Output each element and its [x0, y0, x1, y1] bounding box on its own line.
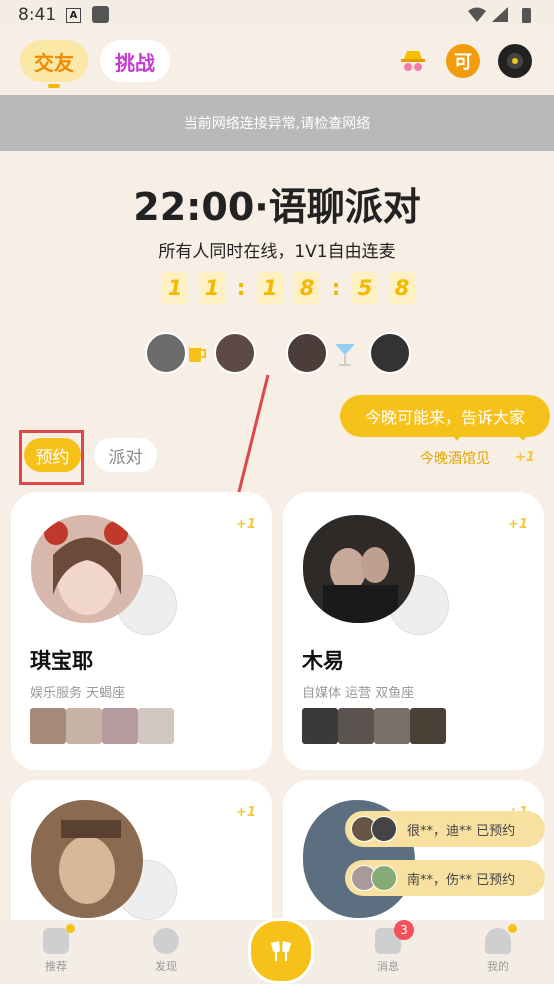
- user-avatar[interactable]: [31, 515, 143, 623]
- photo-thumb[interactable]: [338, 708, 374, 744]
- photo-thumb[interactable]: [374, 708, 410, 744]
- countdown-digit: 8: [389, 272, 415, 304]
- battery-icon: [522, 8, 531, 23]
- countdown-digit: 1: [162, 272, 188, 304]
- message-count-badge: 3: [394, 920, 414, 940]
- avatar: [145, 332, 187, 374]
- party-title: 22:00·语聊派对: [133, 185, 421, 229]
- tonight-prompt-bubble[interactable]: 今晚可能来，告诉大家: [340, 395, 550, 437]
- user-tags: 自媒体 运营 双鱼座: [302, 686, 415, 701]
- plus-one-badge[interactable]: +1: [508, 517, 528, 532]
- app-notification-icon: [92, 6, 109, 23]
- nav-label: 消息: [377, 960, 399, 973]
- highlight-box: [19, 430, 84, 485]
- tab-challenge[interactable]: 挑战: [100, 40, 170, 82]
- person-icon: [485, 924, 517, 954]
- photo-thumb[interactable]: [66, 708, 102, 744]
- photo-strip[interactable]: [30, 708, 174, 744]
- photo-thumb[interactable]: [138, 708, 174, 744]
- reservation-notice: 南**，伤** 已预约: [345, 860, 545, 896]
- user-tags: 娱乐服务 天蝎座: [30, 686, 126, 701]
- bubble-tail: [450, 432, 464, 441]
- signal-icon: [492, 7, 508, 22]
- plus-one-badge[interactable]: +1: [236, 805, 256, 820]
- mini-avatar: [371, 816, 397, 842]
- planet-icon: [153, 928, 179, 954]
- countdown-digit: 8: [294, 272, 320, 304]
- a-notification-icon: A: [66, 8, 81, 23]
- plus-one-badge[interactable]: +1: [515, 450, 535, 465]
- nav-discover[interactable]: 发现: [136, 928, 196, 974]
- photo-thumb[interactable]: [30, 708, 66, 744]
- party-subtitle: 所有人同时在线，1V1自由连麦: [158, 242, 396, 262]
- wifi-icon: [468, 7, 486, 22]
- coin-icon[interactable]: 可: [446, 44, 480, 78]
- photo-strip[interactable]: [302, 708, 446, 744]
- reservation-notice: 很**，迪** 已预约: [345, 811, 545, 847]
- cards-icon: [43, 924, 75, 954]
- nav-profile[interactable]: 我的: [468, 924, 528, 974]
- photo-thumb[interactable]: [410, 708, 446, 744]
- countdown-digit: 1: [199, 272, 225, 304]
- nav-recommend[interactable]: 推荐: [26, 924, 86, 974]
- user-name: 木易: [302, 649, 344, 673]
- cocktail-icon: [332, 338, 358, 368]
- countdown-digit: 5: [352, 272, 378, 304]
- countdown-separator: :: [236, 275, 246, 301]
- tab-active-indicator: [48, 84, 60, 88]
- status-time: 8:41: [18, 5, 57, 25]
- cheers-icon: [271, 941, 291, 961]
- countdown-separator: :: [331, 275, 341, 301]
- notice-text: 南**，伤** 已预约: [407, 872, 516, 888]
- nav-label: 推荐: [45, 960, 67, 973]
- photo-thumb[interactable]: [302, 708, 338, 744]
- status-icons: [468, 7, 531, 23]
- user-avatar[interactable]: [31, 800, 143, 918]
- beer-icon: [187, 340, 207, 364]
- mini-avatar: [371, 865, 397, 891]
- hat-glasses-icon[interactable]: [396, 44, 430, 78]
- cheers-button[interactable]: [248, 918, 314, 984]
- user-avatar[interactable]: [303, 515, 415, 623]
- record-player-icon[interactable]: [498, 44, 532, 78]
- notification-dot: [508, 924, 517, 933]
- tonight-bar-label: 今晚酒馆见: [420, 451, 490, 467]
- nav-label: 发现: [155, 960, 177, 973]
- network-error-banner[interactable]: 当前网络连接异常,请检查网络: [0, 95, 554, 151]
- notice-text: 很**，迪** 已预约: [407, 823, 516, 839]
- tab-party[interactable]: 派对: [94, 438, 157, 472]
- tab-friends[interactable]: 交友: [20, 40, 88, 82]
- avatar: [214, 332, 256, 374]
- plus-one-badge[interactable]: +1: [236, 517, 256, 532]
- avatar: [369, 332, 411, 374]
- bubble-tail: [516, 432, 530, 441]
- countdown-digit: 1: [257, 272, 283, 304]
- avatar: [286, 332, 328, 374]
- photo-thumb[interactable]: [102, 708, 138, 744]
- nav-label: 我的: [487, 960, 509, 973]
- notification-dot: [66, 924, 75, 933]
- countdown-timer: 1 1 : 1 8 : 5 8: [162, 272, 426, 304]
- user-name: 琪宝耶: [30, 649, 93, 673]
